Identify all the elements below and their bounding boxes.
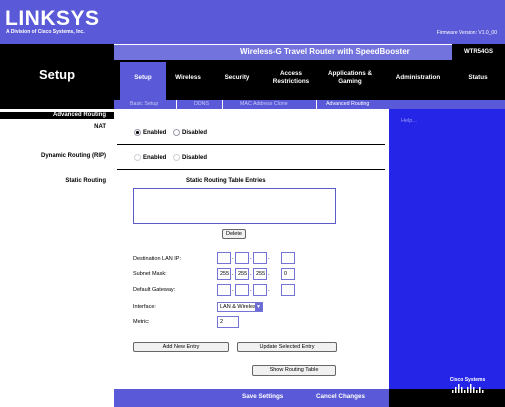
tab-administration[interactable]: Administration [386, 74, 450, 82]
subtab-basic-setup[interactable]: Basic Setup [130, 101, 158, 107]
subtab-separator [176, 100, 177, 109]
ip-dot: . [250, 287, 252, 293]
tab-access-restrictions[interactable]: Access Restrictions [268, 70, 314, 86]
rip-disabled-radio[interactable] [173, 154, 180, 161]
gateway-octet-3[interactable] [253, 284, 267, 296]
destination-ip-label: Destination LAN IP: [133, 256, 181, 262]
subnet-octet-3[interactable]: 255 [253, 268, 267, 280]
subnet-mask-label: Subnet Mask: [133, 271, 167, 277]
subnet-octet-4[interactable]: 0 [281, 268, 295, 280]
cisco-systems-logo: Cisco Systems [450, 377, 486, 393]
subnet-octet-2[interactable]: 255 [235, 268, 249, 280]
subtab-mac-clone[interactable]: MAC Address Clone [240, 101, 288, 107]
rip-disabled-label: Disabled [182, 155, 208, 161]
static-routing-list[interactable] [133, 188, 336, 224]
dest-ip-octet-1[interactable] [217, 252, 231, 264]
product-name: Wireless-G Travel Router with SpeedBoost… [240, 47, 410, 56]
tab-wireless[interactable]: Wireless [166, 74, 210, 82]
help-panel [389, 109, 505, 389]
dest-ip-octet-4[interactable] [281, 252, 295, 264]
subtab-separator [222, 100, 223, 109]
footer-left [0, 389, 114, 407]
help-link[interactable]: Help... [401, 118, 417, 124]
save-settings-button[interactable]: Save Settings [242, 393, 283, 400]
tab-status[interactable]: Status [458, 74, 498, 82]
rip-enabled-radio[interactable] [134, 154, 141, 161]
dest-ip-octet-3[interactable] [253, 252, 267, 264]
subtab-separator [316, 100, 317, 109]
nat-enabled-radio[interactable] [134, 129, 141, 136]
show-routing-table-button[interactable]: Show Routing Table [252, 365, 336, 376]
subnet-octet-1[interactable]: 255 [217, 268, 231, 280]
default-gateway-label: Default Gateway: [133, 287, 176, 293]
ip-dot: . [268, 287, 270, 293]
cisco-logo-text: Cisco Systems [450, 377, 486, 383]
static-routing-label: Static Routing [65, 178, 106, 184]
delete-button[interactable]: Delete [222, 229, 246, 239]
ip-dot: . [232, 271, 234, 277]
ip-dot: . [232, 255, 234, 261]
firmware-version: Firmware Version: V1.0_00 [436, 30, 497, 36]
advanced-routing-heading: Advanced Routing [52, 112, 106, 118]
model-badge: WTR54GS [452, 44, 505, 60]
subtab-bar [114, 100, 505, 109]
update-selected-entry-button[interactable]: Update Selected Entry [237, 342, 337, 352]
rip-enabled-label: Enabled [143, 155, 167, 161]
title-bar-left [0, 44, 114, 60]
ip-dot: . [232, 287, 234, 293]
tab-setup[interactable]: Setup [120, 74, 166, 82]
tab-applications-gaming[interactable]: Applications & Gaming [320, 70, 380, 86]
add-new-entry-button[interactable]: Add New Entry [133, 342, 229, 352]
ip-dot: . [250, 255, 252, 261]
static-table-title: Static Routing Table Entries [186, 178, 266, 184]
page-title: Setup [38, 67, 76, 82]
gateway-octet-4[interactable] [281, 284, 295, 296]
cancel-changes-button[interactable]: Cancel Changes [316, 393, 365, 400]
metric-input[interactable]: 2 [217, 316, 239, 328]
dynamic-routing-label: Dynamic Routing (RIP) [40, 153, 106, 159]
nat-disabled-radio[interactable] [173, 129, 180, 136]
ip-dot: . [268, 255, 270, 261]
nat-enabled-label: Enabled [143, 130, 167, 136]
tab-security[interactable]: Security [214, 74, 260, 82]
subtab-ddns[interactable]: DDNS [194, 101, 209, 107]
ip-dot: . [268, 271, 270, 277]
chevron-down-icon[interactable]: ▼ [255, 303, 262, 311]
gateway-octet-2[interactable] [235, 284, 249, 296]
divider [117, 169, 385, 170]
metric-label: Metric: [133, 319, 150, 325]
subtab-advanced-routing[interactable]: Advanced Routing [326, 101, 369, 107]
nat-label: NAT [94, 124, 106, 130]
linksys-logo: LINKSYS [5, 7, 100, 30]
interface-label: Interface: [133, 304, 156, 310]
gateway-octet-1[interactable] [217, 284, 231, 296]
ip-dot: . [250, 271, 252, 277]
divider [117, 144, 385, 145]
nat-disabled-label: Disabled [182, 130, 208, 136]
dest-ip-octet-2[interactable] [235, 252, 249, 264]
logo-tagline: A Division of Cisco Systems, Inc. [6, 29, 85, 35]
